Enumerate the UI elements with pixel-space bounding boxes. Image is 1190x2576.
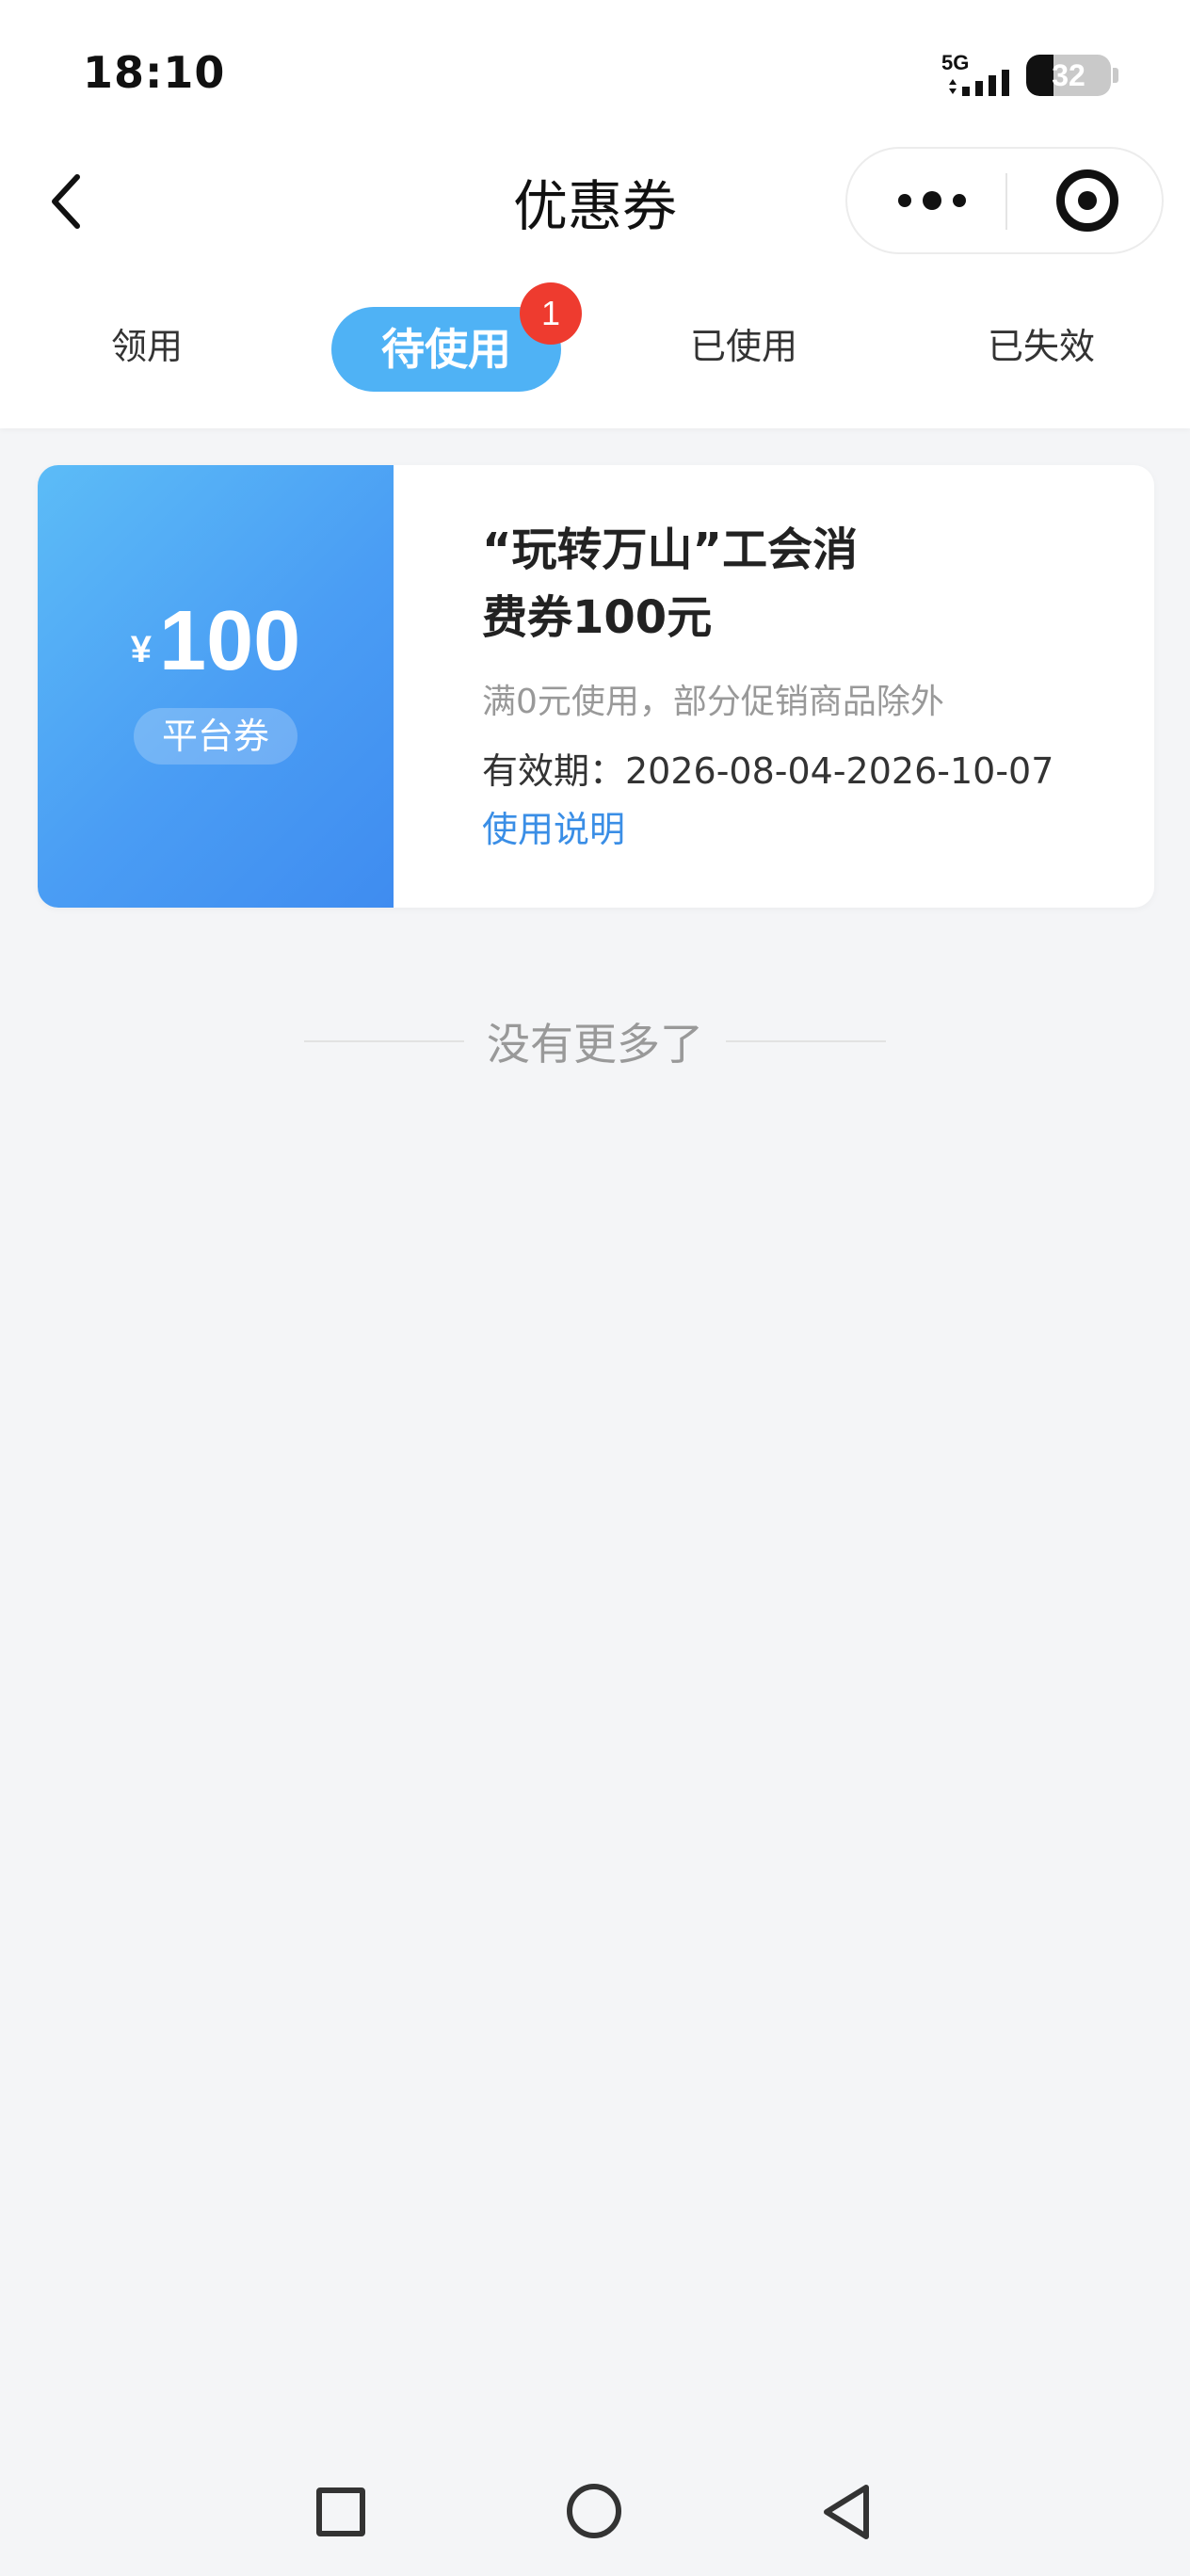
more-button[interactable] [876,149,989,252]
more-dots-icon [953,194,966,207]
status-time: 18:10 [83,47,226,98]
list-end-indicator: 没有更多了 [0,1011,1190,1071]
coupon-card[interactable]: ¥100 平台券 “玩转万山”工会消费券100元 满0元使用，部分促销商品除外 … [38,465,1154,908]
more-dots-icon [923,191,941,210]
coupon-page: 18:10 5G 32 优惠券 领用 待使用 1 已使用 已失效 ¥100 平台… [0,0,1190,2576]
battery-cap [1113,68,1118,83]
mini-program-capsule [845,147,1164,254]
tab-claim[interactable]: 领用 [53,299,241,394]
no-more-text: 没有更多了 [487,1019,703,1070]
circle-icon[interactable] [567,2484,621,2538]
tab-badge: 1 [520,282,582,345]
square-icon[interactable] [316,2487,365,2536]
coupon-validity: 有效期：2026-08-04-2026-10-07 [482,750,1054,792]
more-dots-icon [898,194,911,207]
coupon-amount: ¥100 [38,593,394,690]
tab-expired[interactable]: 已失效 [947,299,1135,394]
coupon-type-tag: 平台券 [134,708,298,765]
coupon-title: “玩转万山”工会消费券100元 [482,523,859,644]
signal-icon: 5G [941,51,1017,96]
coupon-condition: 满0元使用，部分促销商品除外 [482,683,944,721]
currency-symbol: ¥ [130,629,153,670]
triangle-back-icon[interactable] [819,2482,876,2542]
tab-used[interactable]: 已使用 [650,299,838,394]
usage-instructions-link[interactable]: 使用说明 [482,800,625,852]
divider-line [726,1040,886,1042]
coupon-value: 100 [159,594,301,688]
battery-icon: 32 [1026,55,1111,96]
close-button[interactable] [1056,169,1118,232]
system-navigation-bar [0,2467,1190,2561]
capsule-divider [1005,173,1007,230]
coupon-details: “玩转万山”工会消费券100元 满0元使用，部分促销商品除外 有效期：2026-… [394,465,1154,908]
coupon-value-panel: ¥100 平台券 [38,465,394,908]
tab-bar: 领用 待使用 1 已使用 已失效 [0,282,1190,394]
divider-line [304,1040,464,1042]
battery-level: 32 [1052,58,1085,92]
signal-bars-icon [949,70,1009,96]
